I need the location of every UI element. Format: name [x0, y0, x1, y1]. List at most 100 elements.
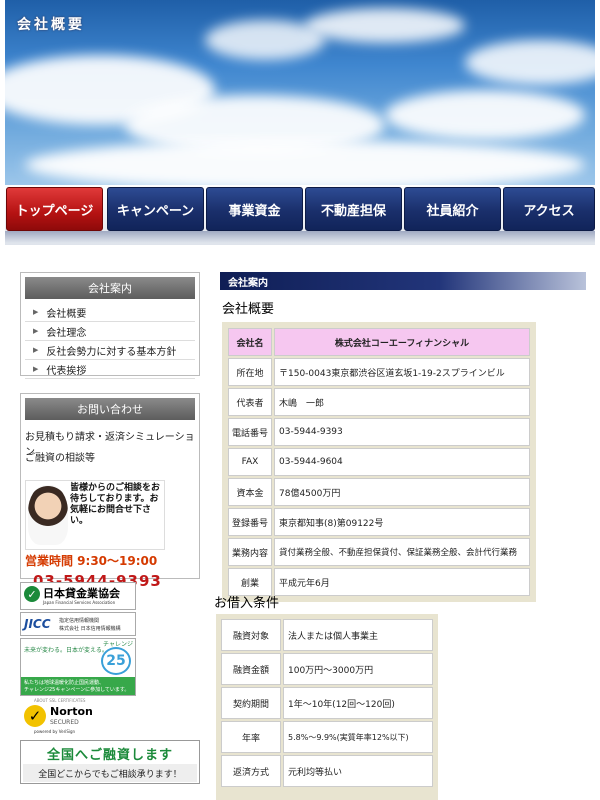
contact-box: お問い合わせ お見積もり請求・返済シミュレーション ご融資の相談等 皆様からのご… [20, 393, 200, 590]
nav-access[interactable]: アクセス [503, 187, 595, 231]
arrow-right-icon: ▶ [33, 308, 39, 316]
table-cell-value: 元利均等払い [283, 755, 433, 787]
operator-image [28, 485, 68, 545]
jicc-badge[interactable]: JICC 指定信用情報機関 株式会社 日本信用情報機構 [20, 612, 136, 636]
table-cell-label: 融資金額 [221, 653, 281, 685]
table-row: 融資金額 100万円～3000万円 [220, 652, 434, 686]
arrow-right-icon: ▶ [33, 327, 39, 335]
norton-secured: SECURED [50, 719, 79, 726]
table-cell-value: 株式会社コーエーフィナンシャル [274, 328, 530, 356]
header-title: 会社概要 [17, 17, 85, 33]
table-row: 契約期間 1年～10年(12回～120回) [220, 686, 434, 720]
jicc-sub1: 指定信用情報機関 [59, 618, 100, 624]
norton-check-icon: ✓ [24, 705, 46, 727]
jfsa-sub: Japan Financial Services Association [43, 600, 116, 605]
table-row: 資本金 78億4500万円 [227, 477, 531, 507]
table-row: 電話番号 03-5944-9393 [227, 417, 531, 447]
sidebar-item-label: 会社理念 [46, 327, 87, 339]
table-row: 所在地 〒150-0043東京都渋谷区道玄坂1-19-2スプラインビル [227, 357, 531, 387]
page-title: 会社概要 [222, 302, 275, 317]
nav-top-page[interactable]: トップページ [6, 187, 103, 231]
challenge-number: 25 [101, 647, 131, 675]
main-nav: トップページ キャンペーン 事業資金 不動産担保 社員紹介 アクセス [5, 185, 595, 245]
section-header: 会社案内 [220, 272, 586, 290]
table-cell-value: 貸付業務全般、不動産担保貸付、保証業務全般、会計代行業務 [274, 538, 530, 566]
estimate-link[interactable]: お見積もり請求・返済シミュレーション [21, 424, 199, 458]
norton-powered: powered by VeriSign [34, 729, 76, 734]
norton-badge[interactable]: ABOUT SSL CERTIFICATES ✓ Norton SECURED … [22, 698, 102, 736]
table-row: 返済方式 元利均等払い [220, 754, 434, 788]
table-cell-value: 1年～10年(12回～120回) [283, 687, 433, 719]
jfsa-name: 日本貸金業協会 [43, 587, 120, 600]
jicc-name: JICC [24, 617, 51, 631]
nav-campaign[interactable]: キャンペーン [107, 187, 204, 231]
table-cell-value: 〒150-0043東京都渋谷区道玄坂1-19-2スプラインビル [274, 358, 530, 386]
challenge-note-line: 私たちは地球温暖化防止国民運動、 [24, 680, 105, 686]
table-cell-label: 会社名 [228, 328, 272, 356]
table-cell-value: 78億4500万円 [274, 478, 530, 506]
sidebar-item-label: 会社概要 [46, 308, 87, 320]
page: 会社概要 トップページ キャンペーン 事業資金 不動産担保 社員紹介 アクセス … [0, 0, 600, 800]
table-cell-value: 100万円～3000万円 [283, 653, 433, 685]
table-cell-value: 東京都知事(8)第09122号 [274, 508, 530, 536]
business-hours: 営業時間 9:30～19:00 [25, 554, 158, 568]
sidebar-item-philosophy[interactable]: ▶ 会社理念 [25, 322, 195, 341]
nav-business-funds[interactable]: 事業資金 [206, 187, 303, 231]
table-cell-value: 木嶋 一郎 [274, 388, 530, 416]
loan-conditions-table: 融資対象 法人または個人事業主 融資金額 100万円～3000万円 契約期間 1… [216, 614, 438, 800]
sidebar-item-anti-social-policy[interactable]: ▶ 反社会勢力に対する基本方針 [25, 341, 195, 360]
table-cell-label: 契約期間 [221, 687, 281, 719]
company-menu-box: 会社案内 ▶ 会社概要 ▶ 会社理念 ▶ 反社会勢力に対する基本方針 ▶ 代表挨拶 [20, 272, 200, 379]
challenge-note-line: チャレンジ25キャンペーンに参加しています。 [24, 687, 130, 693]
challenge-note: 私たちは地球温暖化防止国民運動、 チャレンジ25キャンペーンに参加しています。 [21, 677, 135, 695]
table-row: 業務内容 貸付業務全般、不動産担保貸付、保証業務全般、会計代行業務 [227, 537, 531, 567]
nationwide-title: 全国へご融資します [23, 743, 197, 763]
challenge-tagline: 未来が変わる。日本が変える。 [24, 647, 108, 654]
arrow-right-icon: ▶ [33, 365, 39, 373]
consultation-link[interactable]: ご融資の相談等 [21, 445, 199, 466]
nationwide-loan-banner[interactable]: 全国へご融資します 全国どこからでもご相談承ります！ [20, 740, 200, 784]
nav-staff[interactable]: 社員紹介 [404, 187, 501, 231]
company-info-table: 会社名 株式会社コーエーフィナンシャル 所在地 〒150-0043東京都渋谷区道… [222, 322, 536, 602]
jicc-sub2: 株式会社 日本信用情報機構 [59, 626, 121, 632]
arrow-right-icon: ▶ [33, 346, 39, 354]
table-row: 登録番号 東京都知事(8)第09122号 [227, 507, 531, 537]
sidebar-item-label: 反社会勢力に対する基本方針 [46, 346, 177, 358]
challenge25-badge[interactable]: 未来が変わる。日本が変える。 チャレンジ 25 私たちは地球温暖化防止国民運動、… [20, 638, 136, 696]
table-cell-label: 電話番号 [228, 418, 272, 446]
table-row: 代表者 木嶋 一郎 [227, 387, 531, 417]
jfsa-badge[interactable]: ✓ 日本貸金業協会 Japan Financial Services Assoc… [20, 582, 136, 610]
table-cell-value: 平成元年6月 [274, 568, 530, 596]
sidebar-item-company-overview[interactable]: ▶ 会社概要 [25, 303, 195, 322]
nationwide-sub: 全国どこからでもご相談承ります！ [23, 764, 197, 782]
table-cell-label: 返済方式 [221, 755, 281, 787]
norton-click: ABOUT SSL CERTIFICATES [34, 698, 86, 703]
table-row: 融資対象 法人または個人事業主 [220, 618, 434, 652]
table-cell-label: 融資対象 [221, 619, 281, 651]
table-cell-value: 法人または個人事業主 [283, 619, 433, 651]
company-menu-title: 会社案内 [25, 277, 195, 299]
table-cell-label: FAX [228, 448, 272, 476]
operator-panel: 皆様からのご相談をお待ちしております。お気軽にお問合せ下さい。 [25, 480, 165, 550]
table-cell-label: 代表者 [228, 388, 272, 416]
table-cell-label: 所在地 [228, 358, 272, 386]
contact-box-title: お問い合わせ [25, 398, 195, 420]
sidebar-item-greeting[interactable]: ▶ 代表挨拶 [25, 360, 195, 379]
operator-message: 皆様からのご相談をお待ちしております。お気軽にお問合せ下さい。 [70, 483, 161, 526]
header-banner: 会社概要 [5, 0, 595, 185]
table-cell-value: 5.8%～9.9%(実質年率12%以下) [283, 721, 433, 753]
norton-name: Norton [50, 705, 93, 718]
table-cell-label: 業務内容 [228, 538, 272, 566]
table-cell-label: 資本金 [228, 478, 272, 506]
table-cell-label: 登録番号 [228, 508, 272, 536]
table-cell-label: 年率 [221, 721, 281, 753]
sidebar-item-label: 代表挨拶 [46, 365, 87, 377]
loan-conditions-title: お借入条件 [214, 596, 280, 611]
table-cell-value: 03-5944-9393 [274, 418, 530, 446]
table-row: FAX 03-5944-9604 [227, 447, 531, 477]
nav-real-estate-collateral[interactable]: 不動産担保 [305, 187, 402, 231]
table-cell-value: 03-5944-9604 [274, 448, 530, 476]
check-icon: ✓ [24, 586, 40, 602]
table-row: 年率 5.8%～9.9%(実質年率12%以下) [220, 720, 434, 754]
table-row: 会社名 株式会社コーエーフィナンシャル [227, 327, 531, 357]
